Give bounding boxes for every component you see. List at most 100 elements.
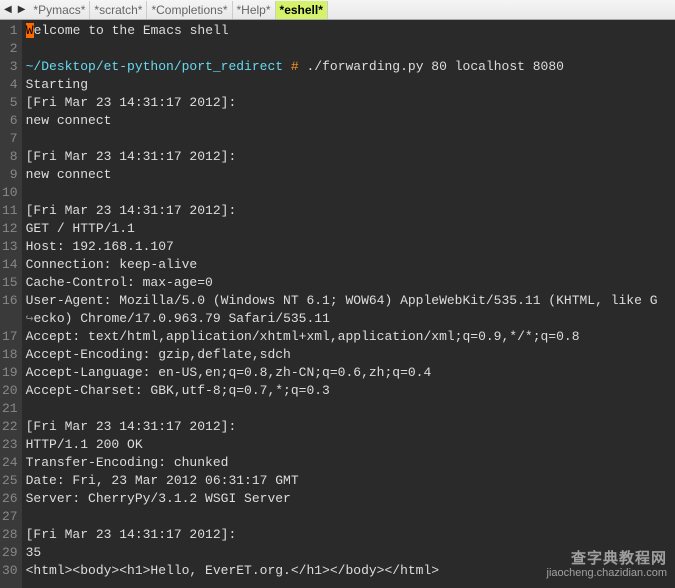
cursor: W xyxy=(26,23,34,38)
tab-bar: ◀ ▶ *Pymacs**scratch**Completions**Help*… xyxy=(0,0,675,20)
text-segment: [Fri Mar 23 14:31:17 2012]: xyxy=(26,95,237,110)
tab-pymacs[interactable]: *Pymacs* xyxy=(29,1,90,19)
text-segment: [Fri Mar 23 14:31:17 2012]: xyxy=(26,203,237,218)
line-number: 29 xyxy=(2,544,18,562)
buffer-line: Cache-Control: max-age=0 xyxy=(26,274,675,292)
buffer-line: Accept-Encoding: gzip,deflate,sdch xyxy=(26,346,675,364)
buffer-line: Accept: text/html,application/xhtml+xml,… xyxy=(26,328,675,346)
text-segment: Accept: text/html,application/xhtml+xml,… xyxy=(26,329,580,344)
text-segment: Host: 192.168.1.107 xyxy=(26,239,174,254)
line-number: 18 xyxy=(2,346,18,364)
editor-area: 1234567891011121314151617181920212223242… xyxy=(0,20,675,588)
tab-scratch[interactable]: *scratch* xyxy=(90,1,147,19)
text-segment xyxy=(283,59,291,74)
watermark: 查字典教程网 jiaocheng.chazidian.com xyxy=(547,552,667,580)
text-segment: Transfer-Encoding: chunked xyxy=(26,455,229,470)
line-number: 11 xyxy=(2,202,18,220)
buffer-line xyxy=(26,400,675,418)
line-number: 19 xyxy=(2,364,18,382)
text-segment: Date: Fri, 23 Mar 2012 06:31:17 GMT xyxy=(26,473,299,488)
buffer-line: Transfer-Encoding: chunked xyxy=(26,454,675,472)
line-number: 7 xyxy=(2,130,18,148)
line-number: 21 xyxy=(2,400,18,418)
line-number: 28 xyxy=(2,526,18,544)
line-number: 22 xyxy=(2,418,18,436)
tab-completions[interactable]: *Completions* xyxy=(147,1,232,19)
text-segment: 35 xyxy=(26,545,42,560)
watermark-title: 查字典教程网 xyxy=(547,552,667,566)
tab-scroll-arrows: ◀ ▶ xyxy=(0,4,29,16)
line-number: 1 xyxy=(2,22,18,40)
text-segment: [Fri Mar 23 14:31:17 2012]: xyxy=(26,419,237,434)
line-number: 23 xyxy=(2,436,18,454)
line-number: 24 xyxy=(2,454,18,472)
text-segment: <html><body><h1>Hello, EverET.org.</h1><… xyxy=(26,563,439,578)
line-number: 20 xyxy=(2,382,18,400)
buffer-line xyxy=(26,184,675,202)
buffer-line xyxy=(26,130,675,148)
buffer-line: Host: 192.168.1.107 xyxy=(26,238,675,256)
tabs-container: *Pymacs**scratch**Completions**Help**esh… xyxy=(29,1,327,19)
text-segment: Accept-Charset: GBK,utf-8;q=0.7,*;q=0.3 xyxy=(26,383,330,398)
buffer-line: new connect xyxy=(26,166,675,184)
text-segment: [Fri Mar 23 14:31:17 2012]: xyxy=(26,149,237,164)
buffer-line: [Fri Mar 23 14:31:17 2012]: xyxy=(26,148,675,166)
tab-help[interactable]: *Help* xyxy=(233,1,276,19)
text-segment: GET / HTTP/1.1 xyxy=(26,221,135,236)
text-segment: Connection: keep-alive xyxy=(26,257,198,272)
buffer-line: Accept-Language: en-US,en;q=0.8,zh-CN;q=… xyxy=(26,364,675,382)
line-number: 25 xyxy=(2,472,18,490)
line-number: 27 xyxy=(2,508,18,526)
buffer-line xyxy=(26,508,675,526)
buffer-line: Server: CherryPy/3.1.2 WSGI Server xyxy=(26,490,675,508)
buffer-line: Date: Fri, 23 Mar 2012 06:31:17 GMT xyxy=(26,472,675,490)
text-segment: ./forwarding.py 80 localhost 8080 xyxy=(299,59,564,74)
line-number: 3 xyxy=(2,58,18,76)
buffer-line: HTTP/1.1 200 OK xyxy=(26,436,675,454)
line-number: 2 xyxy=(2,40,18,58)
text-segment: elcome to the Emacs shell xyxy=(34,23,229,38)
buffer-line: Accept-Charset: GBK,utf-8;q=0.7,*;q=0.3 xyxy=(26,382,675,400)
line-number: 10 xyxy=(2,184,18,202)
text-segment: Server: CherryPy/3.1.2 WSGI Server xyxy=(26,491,291,506)
tab-eshell[interactable]: *eshell* xyxy=(276,1,328,19)
text-segment: Accept-Encoding: gzip,deflate,sdch xyxy=(26,347,291,362)
line-number: 9 xyxy=(2,166,18,184)
buffer-line: User-Agent: Mozilla/5.0 (Windows NT 6.1;… xyxy=(26,292,675,310)
line-number: 30 xyxy=(2,562,18,580)
tab-scroll-right-icon[interactable]: ▶ xyxy=(16,4,28,16)
line-number: 15 xyxy=(2,274,18,292)
line-number: 6 xyxy=(2,112,18,130)
text-segment: Accept-Language: en-US,en;q=0.8,zh-CN;q=… xyxy=(26,365,432,380)
buffer-line: Welcome to the Emacs shell xyxy=(26,22,675,40)
text-segment: HTTP/1.1 200 OK xyxy=(26,437,143,452)
line-number: 16 xyxy=(2,292,18,310)
line-number: 12 xyxy=(2,220,18,238)
line-number: 8 xyxy=(2,148,18,166)
watermark-url: jiaocheng.chazidian.com xyxy=(547,566,667,580)
buffer-line xyxy=(26,40,675,58)
buffer-line: [Fri Mar 23 14:31:17 2012]: xyxy=(26,202,675,220)
text-segment: [Fri Mar 23 14:31:17 2012]: xyxy=(26,527,237,542)
buffer-line: GET / HTTP/1.1 xyxy=(26,220,675,238)
text-segment: Cache-Control: max-age=0 xyxy=(26,275,213,290)
buffer-line: ↪ecko) Chrome/17.0.963.79 Safari/535.11 xyxy=(26,310,675,328)
line-number xyxy=(2,310,18,328)
buffer-line: Starting xyxy=(26,76,675,94)
text-segment: ecko) Chrome/17.0.963.79 Safari/535.11 xyxy=(33,311,329,326)
text-segment: ~/Desktop/et-python/port_redirect xyxy=(26,59,283,74)
line-number: 14 xyxy=(2,256,18,274)
text-segment: User-Agent: Mozilla/5.0 (Windows NT 6.1;… xyxy=(26,293,658,308)
line-number: 17 xyxy=(2,328,18,346)
text-segment: new connect xyxy=(26,167,112,182)
text-segment: Starting xyxy=(26,77,88,92)
buffer-line: new connect xyxy=(26,112,675,130)
buffer-line: [Fri Mar 23 14:31:17 2012]: xyxy=(26,94,675,112)
text-segment: # xyxy=(291,59,299,74)
buffer-line: ~/Desktop/et-python/port_redirect # ./fo… xyxy=(26,58,675,76)
line-number: 26 xyxy=(2,490,18,508)
line-number: 5 xyxy=(2,94,18,112)
tab-scroll-left-icon[interactable]: ◀ xyxy=(2,4,14,16)
line-number: 13 xyxy=(2,238,18,256)
buffer-content[interactable]: Welcome to the Emacs shell ~/Desktop/et-p… xyxy=(22,20,675,588)
